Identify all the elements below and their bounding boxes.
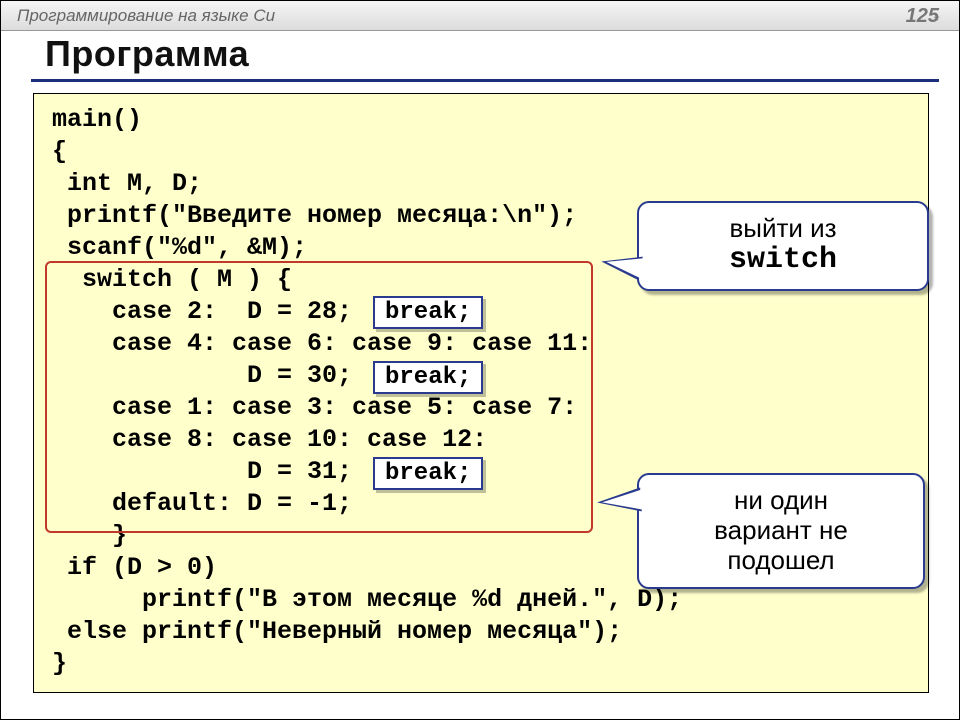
callout-exit-switch: выйти из switch [637, 201, 929, 291]
code-l15: if (D > 0) [52, 553, 217, 582]
code-l18: } [52, 649, 67, 678]
title-rule [31, 79, 939, 82]
callout-default-line1: ни один [665, 485, 897, 515]
callout-default-line2: вариант не [665, 515, 897, 545]
code-l3: int M, D; [52, 169, 202, 198]
callout-default: ни один вариант не подошел [637, 473, 925, 589]
break-chip-3: break; [373, 457, 483, 490]
page-title: Программа [45, 33, 249, 75]
code-l1: main() [52, 105, 142, 134]
code-l5: scanf("%d", &M); [52, 233, 307, 262]
break-chip-2: break; [373, 361, 483, 394]
callout-default-line3: подошел [665, 545, 897, 575]
break-chip-1: break; [373, 296, 483, 329]
code-l4: printf("Введите номер месяца:\n"); [52, 201, 577, 230]
course-title: Программирование на языке Си [17, 6, 275, 25]
callout-tail-fill [601, 490, 642, 513]
callout-exit-line2: switch [665, 243, 901, 277]
header-bar: Программирование на языке Си * 125 [1, 1, 959, 31]
code-l2: { [52, 137, 67, 166]
code-l17: else printf("Неверный номер месяца"); [52, 617, 622, 646]
slide: Программирование на языке Си * 125 Прогр… [0, 0, 960, 720]
page-number: 125 [906, 1, 939, 31]
code-l16: printf("В этом месяце %d дней.", D); [52, 585, 682, 614]
callout-exit-line1: выйти из [665, 213, 901, 243]
switch-highlight-box [45, 261, 593, 533]
